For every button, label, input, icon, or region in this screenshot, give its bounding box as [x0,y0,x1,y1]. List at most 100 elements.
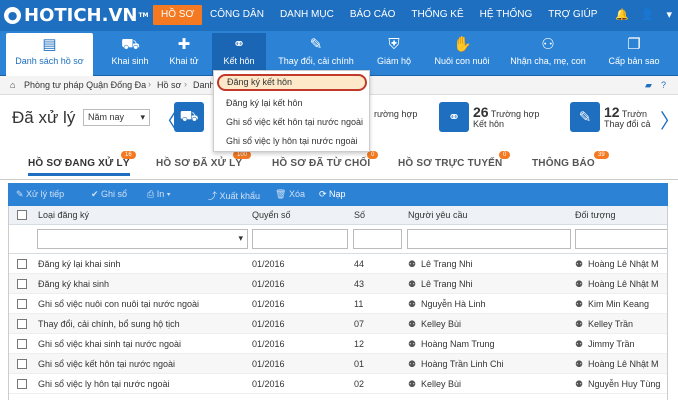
topmenu-he-thong[interactable]: HỆ THỐNG [472,5,541,25]
edit-icon: ✎ [570,102,600,132]
logo-icon: ● [4,7,21,24]
col-doi-tuong[interactable]: Đối tượng [575,210,615,220]
row-checkbox[interactable] [17,339,27,349]
module-ket-hon[interactable]: ⚭ Kết hôn [212,33,266,75]
module-giam-ho[interactable]: ⛨ Giám hộ [374,33,414,75]
table-row[interactable]: Thay đổi, cải chính, bổ sung hộ tịch 01/… [9,314,667,334]
row-checkbox[interactable] [17,379,27,389]
filter-nguoi-yeu-cau[interactable] [407,229,571,249]
module-nuoi-con-nuoi[interactable]: ✋ Nuôi con nuôi [431,33,493,75]
module-danh-sach-ho-so[interactable]: ▤ Danh sách hồ sơ [6,33,93,76]
edit-icon: ✎ [309,36,323,53]
table-row[interactable]: Đăng ký khai sinh 01/2016 43 ⚉ Lê Trang … [9,274,667,294]
person-icon: ⚉ [575,379,584,389]
grid-header: Loại đăng ký Quyển số Số Người yêu cầu Đ… [9,206,667,225]
tab-badge: 0 [499,151,511,159]
table-row[interactable]: Ghi sổ việc khai sinh tại nước ngoài 01/… [9,334,667,354]
export-button[interactable]: ⤴ Xuất khẩu [208,189,260,202]
bell-icon[interactable]: 🔔 [615,8,629,21]
col-so[interactable]: Số [354,210,365,220]
topmenu-cong-dan[interactable]: CÔNG DÂN [202,5,272,25]
rings-icon: ⚭ [232,36,246,53]
breadcrumb-item[interactable]: Danh [193,80,215,90]
export-icon: ⤴ [208,191,220,201]
printer-icon: ⎙ [147,189,157,199]
continue-button[interactable]: ✎ Xử lý tiếp [16,189,64,200]
person-icon: ⚉ [575,339,584,349]
reload-button[interactable]: ⟳ Nạp [319,189,346,200]
record-button[interactable]: ✔ Ghi sổ [91,189,127,200]
row-checkbox[interactable] [17,299,27,309]
check-icon: ✔ [91,189,102,199]
tab-truc-tuyen[interactable]: HỒ SƠ TRỰC TUYẾN [398,158,502,169]
document-list-icon: ▤ [42,36,57,53]
hand-icon: ✋ [453,36,472,53]
tab-thong-bao[interactable]: THÔNG BÁO [532,158,595,169]
person-icon: ⚉ [408,359,417,369]
help-icon[interactable]: ? [661,80,666,90]
chat-icon[interactable]: ▰ [645,80,652,91]
module-khai-tu[interactable]: ✚ Khai tử [164,33,204,75]
refresh-icon: ⟳ [319,189,330,199]
dropdown-dang-ky-ket-hon[interactable]: Đăng ký kết hôn [217,74,367,91]
breadcrumb-item[interactable]: Phòng tư pháp Quận Đống Đa [24,80,146,90]
col-nguoi-yeu-cau[interactable]: Người yêu cầu [408,210,467,220]
person-icon: ⚉ [408,299,417,309]
top-menu: HỒ SƠ CÔNG DÂN DANH MỤC BÁO CÁO THỐNG KÊ… [153,5,605,25]
row-checkbox[interactable] [17,319,27,329]
person-icon: ⚉ [408,319,417,329]
table-row[interactable]: Ghi sổ việc ly hôn tại nước ngoài 01/201… [9,374,667,394]
topmenu-tro-giup[interactable]: TRỢ GIÚP [540,5,605,25]
col-quyen-so[interactable]: Quyển số [252,210,291,220]
filter-loai-dang-ky[interactable]: ▾ [37,229,248,249]
dropdown-ghi-so-ket-hon[interactable]: Ghi sổ việc kết hôn tại nước ngoài [226,117,363,127]
filter-so[interactable] [353,229,402,249]
grid-toolbar: ✎ Xử lý tiếp ✔ Ghi sổ ⎙ In ▾ ⤴ Xuất khẩu… [8,183,668,206]
summary-card-khai-sinh[interactable]: ⛟ [174,102,208,132]
row-checkbox[interactable] [17,279,27,289]
delete-button[interactable]: 🗑 Xóa [275,189,305,200]
dropdown-dang-ky-lai-ket-hon[interactable]: Đăng ký lại kết hôn [226,98,303,108]
table-row[interactable]: Ghi sổ việc kết hôn tại nước ngoài 01/20… [9,354,667,374]
topmenu-ho-so[interactable]: HỒ SƠ [153,5,203,25]
family-icon: ⚇ [541,36,555,53]
logo[interactable]: ● HOTICH.VN TM [4,5,149,26]
topmenu-danh-muc[interactable]: DANH MỤC [272,5,342,25]
module-cap-ban-sao[interactable]: ❐ Cấp bản sao [608,33,660,75]
chevron-right-icon[interactable]: 〉 [660,105,678,134]
topmenu-bao-cao[interactable]: BÁO CÁO [342,5,404,25]
row-checkbox[interactable] [17,259,27,269]
filter-doi-tuong[interactable] [575,229,667,249]
tab-da-xu-ly[interactable]: HỒ SƠ ĐÃ XỬ LÝ [156,158,242,169]
topmenu-thong-ke[interactable]: THỐNG KÊ [403,5,471,25]
select-all-checkbox[interactable] [17,210,27,220]
row-checkbox[interactable] [17,359,27,369]
tab-da-tu-choi[interactable]: HỒ SƠ ĐÃ TỪ CHỐI [272,158,370,169]
table-row[interactable]: Ghi sổ việc nuôi con nuôi tại nước ngoài… [9,294,667,314]
person-icon: ⚉ [575,359,584,369]
period-select[interactable]: Năm nay ▾ [83,109,150,126]
logo-tm: TM [138,12,149,19]
tab-badge: 39 [594,151,609,159]
logo-text: HOTICH.VN [24,5,138,26]
col-loai-dang-ky[interactable]: Loại đăng ký [38,210,89,220]
table-row[interactable]: Đăng ký lại khai sinh 01/2016 44 ⚉ Lê Tr… [9,254,667,274]
grid-filter-row: ▾ [9,225,667,254]
person-icon: ⚉ [408,379,417,389]
filter-quyen-so[interactable] [252,229,348,249]
dropdown-ghi-so-ly-hon[interactable]: Ghi sổ việc ly hôn tại nước ngoài [226,136,358,146]
home-icon[interactable]: ⌂ [10,80,15,90]
breadcrumb-item[interactable]: Hồ sơ [157,80,181,90]
print-button[interactable]: ⎙ In ▾ [147,189,171,200]
chevron-down-icon[interactable]: ▾ [666,8,672,21]
summary-card-thay-doi[interactable]: ✎ 12 Trườn Thay đổi cả [570,102,651,132]
user-icon[interactable]: 👤 [641,8,655,21]
shield-icon: ⛨ [388,36,400,53]
tab-dang-xu-ly[interactable]: HỒ SƠ ĐANG XỬ LÝ [28,158,130,176]
rings-icon: ⚭ [439,102,469,132]
module-thay-doi-cai-chinh[interactable]: ✎ Thay đổi, cải chính [275,33,357,75]
breadcrumb-separator: › [184,79,187,89]
module-nhan-cha-me-con[interactable]: ⚇ Nhận cha, mẹ, con [509,33,587,75]
module-khai-sinh[interactable]: ⛟ Khai sinh [110,33,150,75]
summary-card-ket-hon[interactable]: ⚭ 26 Trường hợp Kết hôn [439,102,539,132]
